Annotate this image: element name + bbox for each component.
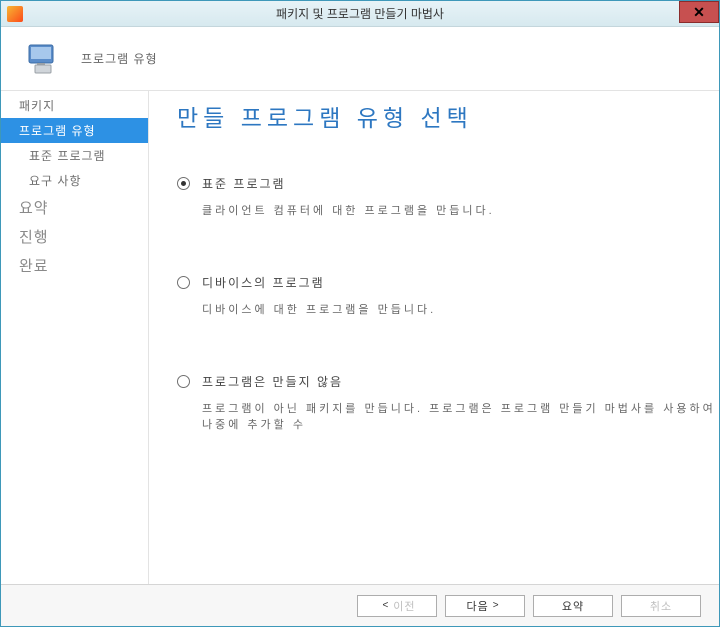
option-standard: 표준 프로그램 클라이언트 컴퓨터에 대한 프로그램을 만듭니다.	[177, 175, 719, 218]
main-panel: 만들 프로그램 유형 선택 표준 프로그램 클라이언트 컴퓨터에 대한 프로그램…	[149, 91, 719, 584]
option-desc: 디바이스에 대한 프로그램을 만듭니다.	[202, 301, 719, 317]
page-title: 만들 프로그램 유형 선택	[177, 99, 719, 133]
header: 프로그램 유형	[1, 27, 719, 91]
sidebar-item-requirements[interactable]: 요구 사항	[1, 168, 148, 193]
radio-standard-program[interactable]	[177, 177, 190, 190]
sidebar-section-progress: 진행	[1, 222, 148, 251]
radio-device-program[interactable]	[177, 276, 190, 289]
button-label: 요약	[562, 598, 584, 614]
app-icon	[7, 6, 23, 22]
chevron-right-icon: >	[493, 600, 500, 611]
option-row: 표준 프로그램	[177, 175, 719, 192]
content: 프로그램 유형 패키지 프로그램 유형 표준 프로그램 요구 사항 요약 진행 …	[1, 27, 719, 626]
sidebar-item-standard-program[interactable]: 표준 프로그램	[1, 143, 148, 168]
wizard-window: 패키지 및 프로그램 만들기 마법사 ✕ 프로그램 유형 패키지 프로그램 유형…	[0, 0, 720, 627]
previous-button[interactable]: < 이전	[357, 595, 437, 617]
sidebar-section-summary: 요약	[1, 193, 148, 222]
sidebar-section-complete: 완료	[1, 251, 148, 280]
button-label: 다음	[466, 598, 488, 614]
option-device: 디바이스의 프로그램 디바이스에 대한 프로그램을 만듭니다.	[177, 274, 719, 317]
button-label: 취소	[650, 598, 672, 614]
sidebar-item-program-type[interactable]: 프로그램 유형	[1, 118, 148, 143]
option-desc: 프로그램이 아닌 패키지를 만듭니다. 프로그램은 프로그램 만들기 마법사를 …	[202, 400, 719, 432]
radio-no-program[interactable]	[177, 375, 190, 388]
option-label: 프로그램은 만들지 않음	[202, 373, 343, 390]
option-label: 디바이스의 프로그램	[202, 274, 325, 291]
footer: < 이전 다음 > 요약 취소	[1, 584, 719, 626]
sidebar-item-package[interactable]: 패키지	[1, 93, 148, 118]
option-row: 디바이스의 프로그램	[177, 274, 719, 291]
next-button[interactable]: 다음 >	[445, 595, 525, 617]
summary-button[interactable]: 요약	[533, 595, 613, 617]
sidebar: 패키지 프로그램 유형 표준 프로그램 요구 사항 요약 진행 완료	[1, 91, 149, 584]
option-desc: 클라이언트 컴퓨터에 대한 프로그램을 만듭니다.	[202, 202, 719, 218]
body: 패키지 프로그램 유형 표준 프로그램 요구 사항 요약 진행 완료 만들 프로…	[1, 91, 719, 584]
close-button[interactable]: ✕	[679, 1, 719, 23]
chevron-left-icon: <	[382, 600, 389, 611]
button-label: 이전	[393, 598, 415, 614]
close-icon: ✕	[693, 4, 705, 21]
titlebar: 패키지 및 프로그램 만들기 마법사 ✕	[1, 1, 719, 27]
window-title: 패키지 및 프로그램 만들기 마법사	[276, 5, 444, 22]
computer-icon	[23, 39, 63, 79]
header-label: 프로그램 유형	[81, 50, 158, 67]
option-row: 프로그램은 만들지 않음	[177, 373, 719, 390]
cancel-button[interactable]: 취소	[621, 595, 701, 617]
option-none: 프로그램은 만들지 않음 프로그램이 아닌 패키지를 만듭니다. 프로그램은 프…	[177, 373, 719, 432]
option-label: 표준 프로그램	[202, 175, 286, 192]
